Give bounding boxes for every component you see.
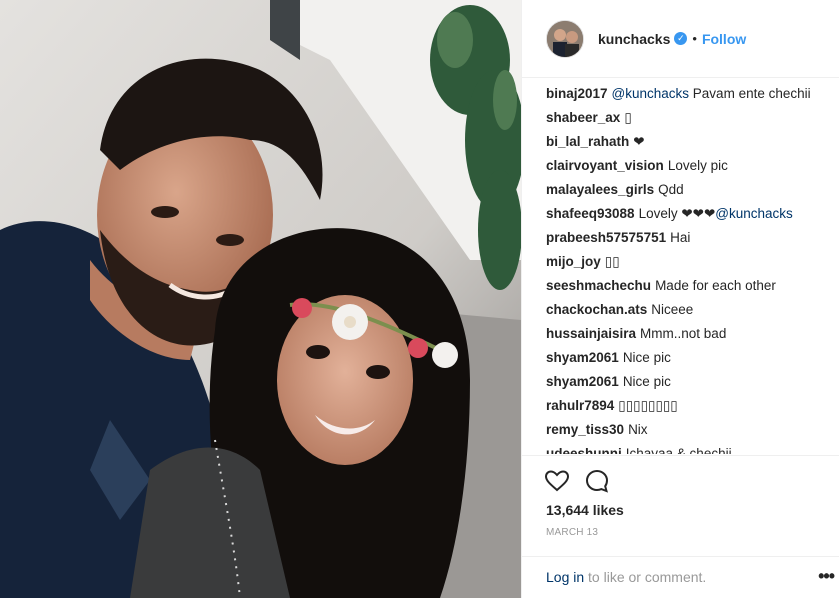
comment-item: remy_tiss30 Nix	[546, 418, 836, 442]
comment-username[interactable]: shyam2061	[546, 374, 619, 389]
comment-item: chackochan.ats Niceee	[546, 298, 836, 322]
comment-text: Nice pic	[622, 350, 671, 365]
comment-text: ▯▯▯▯▯▯▯▯	[618, 398, 678, 413]
comment-username[interactable]: udeeshunni	[546, 446, 622, 454]
comment-username[interactable]: seeshmachechu	[546, 278, 651, 293]
comment-username[interactable]: prabeesh57575751	[546, 230, 666, 245]
login-row: Log in to like or comment. •••	[522, 556, 839, 598]
comment-text: Mmm..not bad	[640, 326, 727, 341]
comment-text: Pavam ente chechii	[689, 86, 811, 101]
comment-username[interactable]: chackochan.ats	[546, 302, 647, 317]
comment-username[interactable]: malayalees_girls	[546, 182, 654, 197]
comment-text: ❤	[633, 134, 645, 149]
comment-text: Qdd	[658, 182, 684, 197]
login-prompt-text: to like or comment.	[584, 569, 707, 585]
comments-list[interactable]: binaj2017 @kunchacks Pavam ente chechii s…	[546, 82, 836, 454]
comment-item: clairvoyant_vision Lovely pic	[546, 154, 836, 178]
avatar[interactable]	[546, 19, 584, 58]
comment-text: ▯▯	[604, 254, 620, 269]
comment-text: Lovely ❤❤❤	[638, 206, 716, 221]
post-username[interactable]: kunchacks	[598, 31, 670, 47]
comment-item: udeeshunni Ichayaa & chechii	[546, 442, 836, 454]
post-date: MARCH 13	[546, 527, 599, 538]
comment-username[interactable]: remy_tiss30	[546, 422, 624, 437]
comment-mention[interactable]: @kunchacks	[612, 86, 690, 101]
comment-item: binaj2017 @kunchacks Pavam ente chechii	[546, 82, 836, 106]
login-prompt: Log in to like or comment.	[546, 569, 706, 585]
comment-text: Nice pic	[622, 374, 671, 389]
comment-text: ▯	[624, 110, 632, 125]
comment-username[interactable]: shyam2061	[546, 350, 619, 365]
comment-username[interactable]: mijo_joy	[546, 254, 601, 269]
follow-button[interactable]: Follow	[702, 31, 746, 47]
comment-item: hussainjaisira Mmm..not bad	[546, 322, 836, 346]
comment-item: prabeesh57575751 Hai	[546, 226, 836, 250]
more-options-icon[interactable]: •••	[818, 566, 835, 587]
comment-text: Niceee	[651, 302, 694, 317]
comment-item: bi_lal_rahath ❤	[546, 130, 836, 154]
comment-item: malayalees_girls Qdd	[546, 178, 836, 202]
comment-item: shyam2061 Nice pic	[546, 346, 836, 370]
login-link[interactable]: Log in	[546, 569, 584, 585]
verified-badge-icon: ✓	[674, 32, 688, 45]
comment-text: Nix	[628, 422, 648, 437]
comment-item: shabeer_ax ▯	[546, 106, 836, 130]
comment-item: mijo_joy ▯▯	[546, 250, 836, 274]
comment-text: Lovely pic	[667, 158, 728, 173]
selfie-image	[0, 0, 521, 598]
comment-item: seeshmachechu Made for each other	[546, 274, 836, 298]
comment-username[interactable]: clairvoyant_vision	[546, 158, 664, 173]
comment-item: rahulr7894 ▯▯▯▯▯▯▯▯	[546, 394, 836, 418]
likes-count[interactable]: 13,644 likes	[546, 502, 624, 518]
avatar-image	[547, 20, 583, 57]
comment-icon[interactable]	[584, 468, 610, 494]
comment-username[interactable]: shafeeq93088	[546, 206, 635, 221]
action-icons	[544, 468, 610, 494]
comment-item: shyam2061 Nice pic	[546, 370, 836, 394]
comment-text: Made for each other	[655, 278, 776, 293]
heart-icon[interactable]	[544, 468, 570, 494]
comment-text: Hai	[670, 230, 691, 245]
comment-item: shafeeq93088 Lovely ❤❤❤@kunchacks	[546, 202, 836, 226]
comment-mention[interactable]: @kunchacks	[715, 206, 793, 221]
comment-username[interactable]: hussainjaisira	[546, 326, 636, 341]
separator-dot: •	[692, 31, 697, 46]
comment-text: Ichayaa & chechii	[625, 446, 732, 454]
comment-username[interactable]: shabeer_ax	[546, 110, 620, 125]
post-photo[interactable]	[0, 0, 521, 598]
post-actions: 13,644 likes MARCH 13 Log in to like or …	[522, 455, 839, 598]
post-header: kunchacks ✓ • Follow	[522, 0, 839, 78]
post-sidebar: kunchacks ✓ • Follow binaj2017 @kunchacks…	[521, 0, 839, 598]
comment-username[interactable]: rahulr7894	[546, 398, 614, 413]
comment-username[interactable]: bi_lal_rahath	[546, 134, 629, 149]
comment-username[interactable]: binaj2017	[546, 86, 608, 101]
